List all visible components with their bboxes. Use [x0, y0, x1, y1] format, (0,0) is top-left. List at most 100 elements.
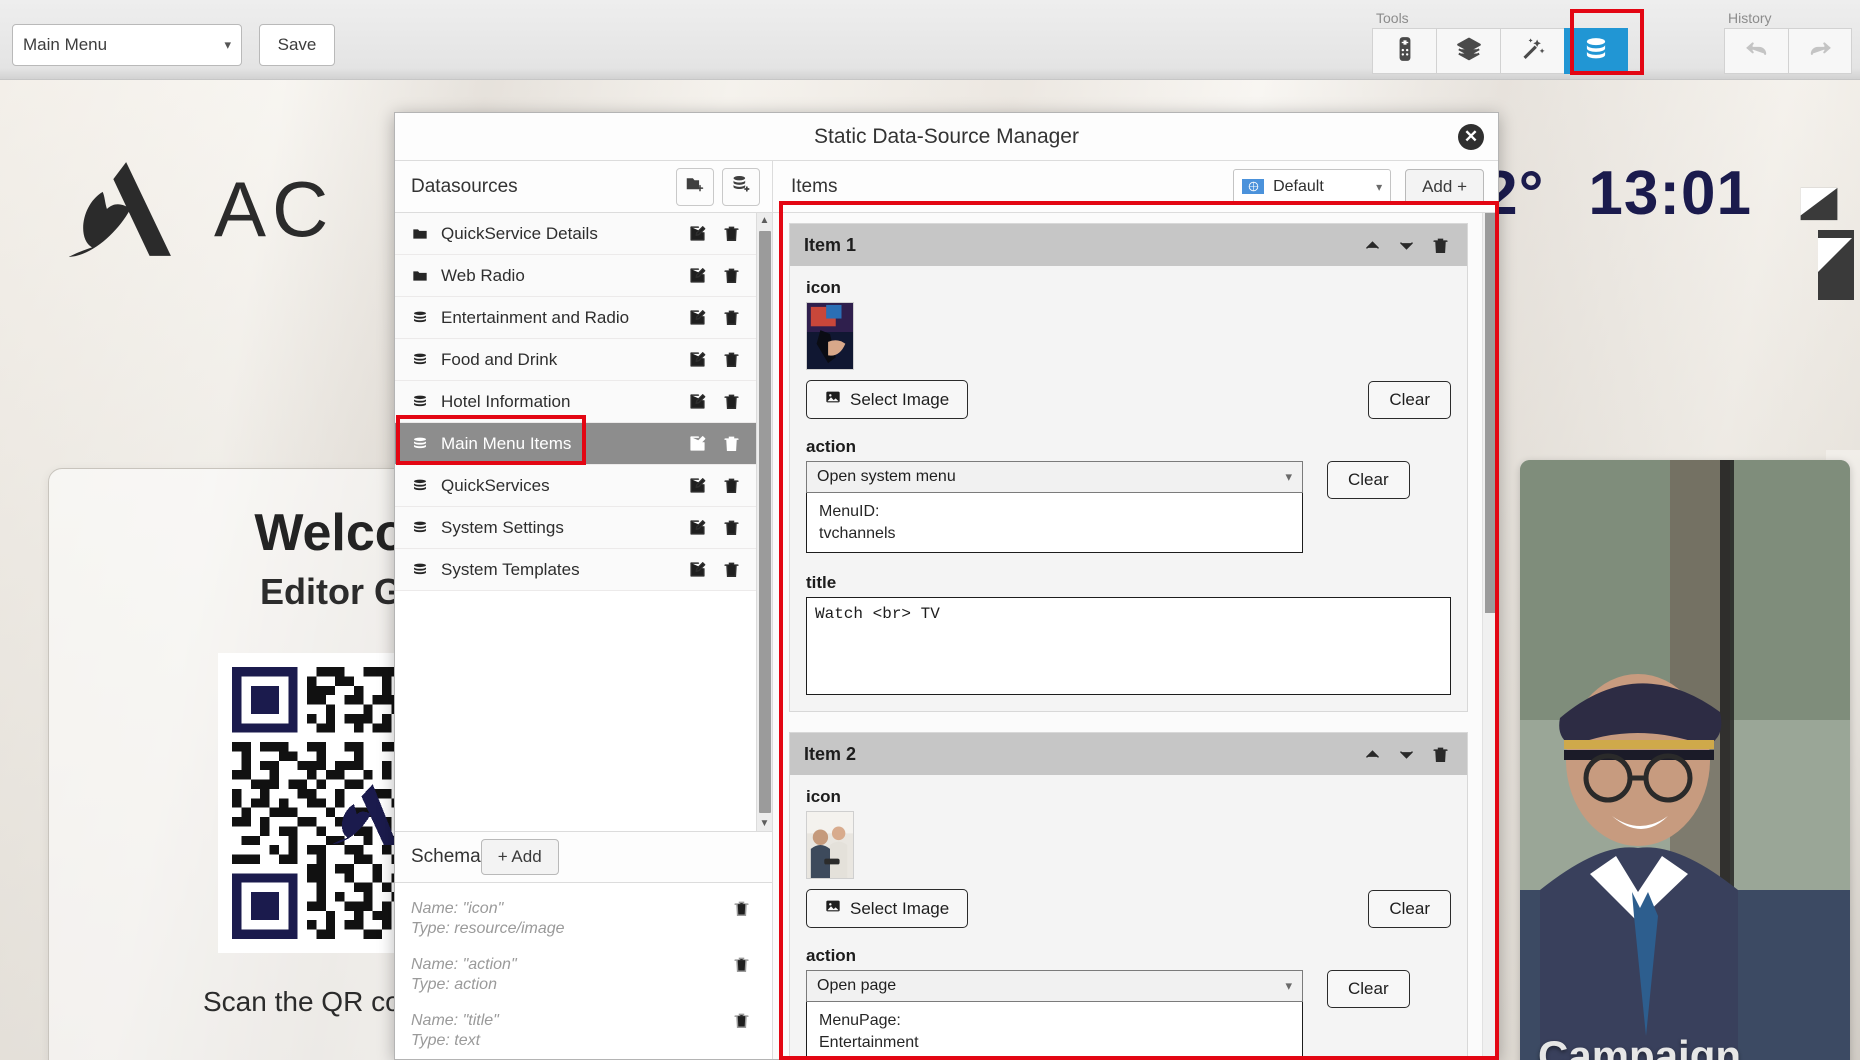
datasource-row[interactable]: Web Radio: [395, 255, 756, 297]
page-select[interactable]: Main Menu ▾: [12, 24, 242, 66]
delete-schema-field-button[interactable]: [724, 1011, 758, 1030]
close-icon[interactable]: ✕: [1458, 123, 1484, 150]
database-icon: [409, 310, 431, 326]
campaign-tile[interactable]: Campaign: [1520, 460, 1850, 1060]
edit-datasource-button[interactable]: [680, 350, 714, 369]
save-button[interactable]: Save: [259, 24, 335, 66]
datasource-row[interactable]: QuickService Details: [395, 213, 756, 255]
select-image-button[interactable]: Select Image: [806, 380, 969, 419]
items-list[interactable]: Item 1 icon Select Image Clear action Open sy…: [773, 213, 1482, 1059]
campaign-label: Campaign: [1538, 1032, 1742, 1060]
schema-field-name: Name: "action": [411, 956, 517, 973]
folder-icon: [409, 226, 431, 242]
select-image-label: Select Image: [850, 389, 950, 409]
delete-datasource-button[interactable]: [714, 224, 748, 243]
add-item-button[interactable]: Add +: [1405, 168, 1484, 205]
datasource-row[interactable]: Main Menu Items: [395, 423, 756, 465]
delete-item-button[interactable]: [1423, 737, 1457, 771]
edit-datasource-button[interactable]: [680, 266, 714, 285]
scroll-up-icon[interactable]: ▲: [760, 213, 770, 228]
data-source-tool-button[interactable]: [1564, 28, 1628, 74]
delete-datasource-button[interactable]: [714, 560, 748, 579]
edit-datasource-button[interactable]: [680, 518, 714, 537]
tools-group-label: Tools: [1376, 10, 1409, 26]
delete-schema-field-button[interactable]: [724, 899, 758, 918]
icon-thumbnail[interactable]: [806, 811, 854, 880]
schema-field-name: Name: "icon": [411, 900, 504, 917]
items-scroll-area: Item 1 icon Select Image Clear action Open sy…: [773, 213, 1498, 1059]
item-card: Item 1 icon Select Image Clear action Open sy…: [789, 223, 1468, 713]
app-stage: AC .2° 13:01 Welcome Editor Guest Scan t…: [0, 0, 1860, 1060]
delete-datasource-button[interactable]: [714, 266, 748, 285]
schema-field-type: Type: resource/image: [411, 920, 565, 937]
page-select-value: Main Menu: [23, 35, 108, 54]
delete-item-button[interactable]: [1423, 228, 1457, 262]
undo-button[interactable]: [1724, 28, 1788, 74]
action-parameter-field[interactable]: MenuID: tvchannels: [806, 493, 1303, 554]
delete-datasource-button[interactable]: [714, 434, 748, 453]
edit-datasource-button[interactable]: [680, 392, 714, 411]
delete-datasource-button[interactable]: [714, 518, 748, 537]
database-icon: [409, 394, 431, 410]
select-image-button[interactable]: Select Image: [806, 889, 969, 929]
add-datasource-button[interactable]: [722, 167, 760, 206]
datasource-row[interactable]: Food and Drink: [395, 339, 756, 381]
datasource-label: Entertainment and Radio: [441, 307, 630, 327]
schema-add-button[interactable]: + Add: [480, 839, 559, 875]
edit-datasource-button[interactable]: [680, 476, 714, 495]
redo-button[interactable]: [1788, 28, 1852, 74]
icon-thumbnail[interactable]: [806, 302, 854, 370]
add-folder-button[interactable]: [676, 167, 714, 206]
edit-datasource-button[interactable]: [680, 434, 714, 453]
hotel-brand-logo: AC: [60, 155, 334, 263]
clear-action-button[interactable]: Clear: [1327, 461, 1410, 499]
edit-datasource-button[interactable]: [680, 224, 714, 243]
schema-field-name: Name: "title": [411, 1012, 499, 1029]
clock-readout: 13:01: [1588, 159, 1752, 228]
action-type-select[interactable]: Open system menu ▾: [806, 461, 1303, 493]
action-field-label: action: [806, 946, 857, 966]
items-header: Items Default ▾ Add +: [773, 161, 1498, 213]
layers-tool-button[interactable]: [1436, 28, 1500, 74]
datasource-row[interactable]: System Templates: [395, 549, 756, 591]
move-item-down-button[interactable]: [1389, 737, 1423, 771]
datasource-row[interactable]: System Settings: [395, 507, 756, 549]
datasource-label: Web Radio: [441, 265, 525, 285]
folder-icon: [409, 268, 431, 284]
action-type-select[interactable]: Open page ▾: [806, 970, 1303, 1003]
clear-action-button[interactable]: Clear: [1327, 970, 1410, 1009]
move-item-down-button[interactable]: [1389, 228, 1423, 262]
delete-datasource-button[interactable]: [714, 308, 748, 327]
delete-schema-field-button[interactable]: [724, 955, 758, 974]
datasource-row[interactable]: Hotel Information: [395, 381, 756, 423]
delete-datasource-button[interactable]: [714, 392, 748, 411]
edit-datasource-button[interactable]: [680, 308, 714, 327]
magic-wand-tool-button[interactable]: [1500, 28, 1564, 74]
database-icon: [409, 436, 431, 452]
delete-datasource-button[interactable]: [714, 476, 748, 495]
move-item-up-button[interactable]: [1355, 737, 1389, 771]
chevron-down-icon: ▾: [1376, 179, 1383, 194]
chevron-down-icon: ▾: [224, 37, 231, 52]
scrollbar-thumb[interactable]: [1485, 213, 1497, 613]
move-item-up-button[interactable]: [1355, 228, 1389, 262]
datasources-scrollbar[interactable]: ▲ ▼: [756, 213, 772, 831]
datasource-row[interactable]: Entertainment and Radio: [395, 297, 756, 339]
scroll-down-icon[interactable]: ▼: [760, 816, 770, 831]
schema-field-type: Type: action: [411, 976, 497, 993]
datasource-row[interactable]: QuickServices: [395, 465, 756, 507]
static-data-source-manager-dialog: Static Data-Source Manager ✕ Datasources: [394, 112, 1499, 1060]
history-group-label: History: [1728, 10, 1772, 26]
delete-datasource-button[interactable]: [714, 350, 748, 369]
clear-image-button[interactable]: Clear: [1368, 380, 1451, 419]
datasource-label: System Settings: [441, 517, 564, 537]
datasources-list[interactable]: QuickService Details Web Radio Entertainme…: [395, 213, 756, 831]
title-textarea[interactable]: [806, 597, 1451, 696]
action-parameter-field[interactable]: MenuPage: Entertainment: [806, 1002, 1303, 1059]
edit-datasource-button[interactable]: [680, 560, 714, 579]
language-select[interactable]: Default ▾: [1233, 168, 1392, 205]
items-scrollbar[interactable]: [1482, 213, 1498, 1059]
clear-image-button[interactable]: Clear: [1368, 889, 1451, 928]
remote-control-tool-button[interactable]: [1372, 28, 1436, 74]
scrollbar-thumb[interactable]: [759, 231, 771, 813]
